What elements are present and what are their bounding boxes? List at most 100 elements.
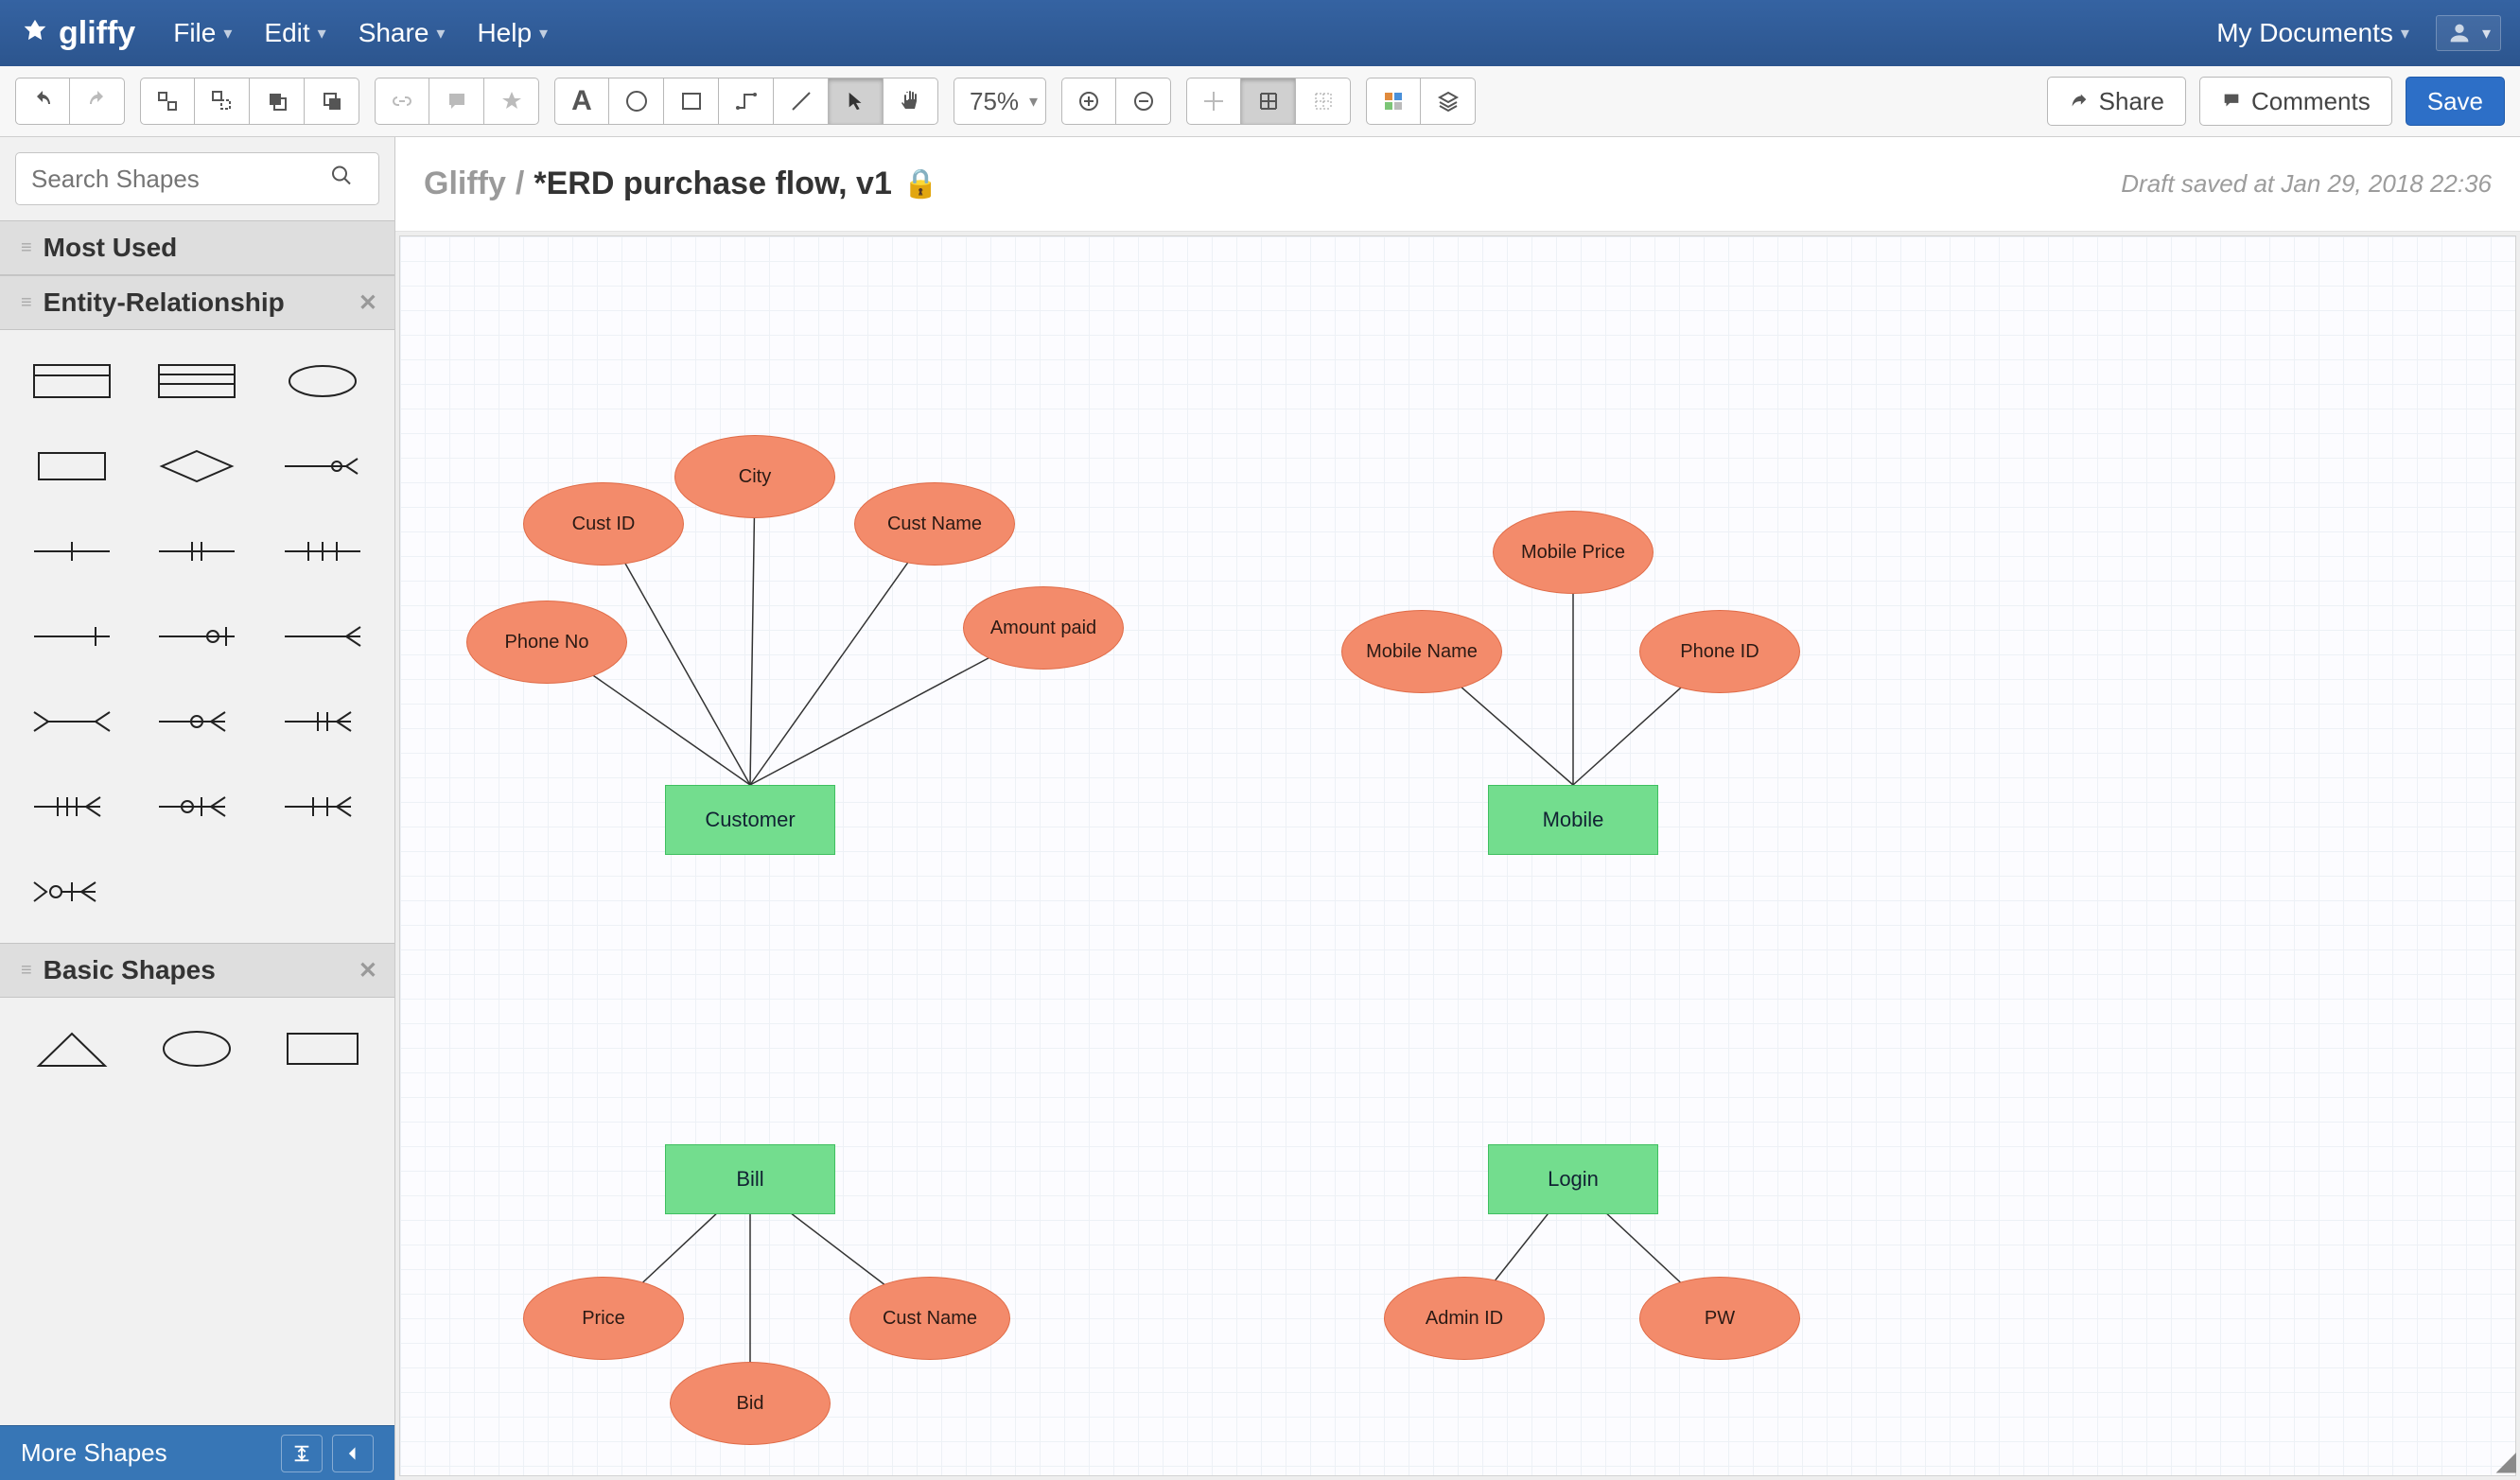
section-basic-shapes[interactable]: ≡ Basic Shapes ✕ <box>0 943 394 998</box>
shape-rect-basic[interactable] <box>270 1020 376 1077</box>
collapse-sidebar-button[interactable] <box>332 1435 374 1472</box>
attr-phone-no[interactable]: Phone No <box>466 601 627 684</box>
comments-icon <box>2221 91 2242 112</box>
attr-city[interactable]: City <box>674 435 835 518</box>
shape-rel-11[interactable] <box>144 778 250 835</box>
chevron-down-icon: ▾ <box>2482 24 2491 44</box>
guides-button[interactable] <box>1296 78 1351 125</box>
shape-rel-13[interactable] <box>19 863 125 920</box>
zoom-out-button[interactable] <box>1116 78 1171 125</box>
attr-mobile-price[interactable]: Mobile Price <box>1493 511 1654 594</box>
shape-entity[interactable] <box>19 353 125 409</box>
shape-rel-12[interactable] <box>270 778 376 835</box>
menu-file[interactable]: File▾ <box>173 18 232 48</box>
breadcrumb[interactable]: Gliffy <box>424 165 506 202</box>
shape-rel-7[interactable] <box>19 693 125 750</box>
logo-icon <box>19 17 51 49</box>
group-button[interactable] <box>140 78 195 125</box>
menu-share[interactable]: Share▾ <box>359 18 446 48</box>
attr-cust-id[interactable]: Cust ID <box>523 482 684 566</box>
attr-bid[interactable]: Bid <box>670 1362 831 1445</box>
shape-rel-4[interactable] <box>19 608 125 665</box>
chevron-down-icon: ▾ <box>223 24 232 44</box>
drag-handle-icon: ≡ <box>21 237 32 259</box>
snap-object-button[interactable] <box>1186 78 1241 125</box>
close-icon[interactable]: ✕ <box>359 957 377 984</box>
layers-button[interactable] <box>1421 78 1476 125</box>
pointer-tool-button[interactable] <box>829 78 884 125</box>
attr-cust-name[interactable]: Cust Name <box>854 482 1015 566</box>
menu-help[interactable]: Help▾ <box>477 18 548 48</box>
bring-front-button[interactable] <box>250 78 305 125</box>
sidebar-footer: More Shapes <box>0 1425 394 1480</box>
er-shape-grid <box>0 330 394 943</box>
link-button[interactable] <box>375 78 429 125</box>
attr-admin-id[interactable]: Admin ID <box>1384 1277 1545 1360</box>
ellipse-tool-button[interactable] <box>609 78 664 125</box>
shape-entity-rows[interactable] <box>144 353 250 409</box>
shape-diamond[interactable] <box>144 438 250 495</box>
shape-ellipse-basic[interactable] <box>144 1020 250 1077</box>
entity-login[interactable]: Login <box>1488 1144 1658 1214</box>
diagram-canvas[interactable]: Phone No Cust ID City Cust Name Amount p… <box>399 235 2516 1476</box>
shape-rel-10[interactable] <box>19 778 125 835</box>
attr-amount-paid[interactable]: Amount paid <box>963 586 1124 670</box>
shape-ellipse[interactable] <box>270 353 376 409</box>
zoom-select[interactable]: 75% <box>954 78 1046 125</box>
popup-button[interactable] <box>484 78 539 125</box>
menu-edit[interactable]: Edit▾ <box>264 18 325 48</box>
search-shapes-input[interactable] <box>15 152 379 205</box>
entity-customer[interactable]: Customer <box>665 785 835 855</box>
attr-mobile-name[interactable]: Mobile Name <box>1341 610 1502 693</box>
chevron-down-icon: ▾ <box>436 24 445 44</box>
redo-button[interactable] <box>70 78 125 125</box>
attr-pw[interactable]: PW <box>1639 1277 1800 1360</box>
section-most-used[interactable]: ≡ Most Used <box>0 220 394 275</box>
shape-rel-3[interactable] <box>270 523 376 580</box>
entity-mobile[interactable]: Mobile <box>1488 785 1658 855</box>
shape-rel-8[interactable] <box>144 693 250 750</box>
comments-button[interactable]: Comments <box>2199 77 2392 126</box>
close-icon[interactable]: ✕ <box>359 289 377 317</box>
menu-my-documents[interactable]: My Documents▾ <box>2216 18 2409 48</box>
shape-rel-6[interactable] <box>270 608 376 665</box>
user-menu[interactable]: ▾ <box>2436 15 2501 51</box>
entity-bill[interactable]: Bill <box>665 1144 835 1214</box>
menubar: gliffy File▾ Edit▾ Share▾ Help▾ My Docum… <box>0 0 2520 66</box>
toolbar: A 75% Share <box>0 66 2520 137</box>
shape-rel-1[interactable] <box>19 523 125 580</box>
hand-tool-button[interactable] <box>884 78 938 125</box>
themes-button[interactable] <box>1366 78 1421 125</box>
comment-button[interactable] <box>429 78 484 125</box>
attr-price[interactable]: Price <box>523 1277 684 1360</box>
ungroup-button[interactable] <box>195 78 250 125</box>
line-tool-button[interactable] <box>774 78 829 125</box>
connector-tool-button[interactable] <box>719 78 774 125</box>
rect-tool-button[interactable] <box>664 78 719 125</box>
shape-line-o-crow[interactable] <box>270 438 376 495</box>
shape-rel-5[interactable] <box>144 608 250 665</box>
zoom-in-button[interactable] <box>1061 78 1116 125</box>
share-button[interactable]: Share <box>2047 77 2186 126</box>
undo-button[interactable] <box>15 78 70 125</box>
section-entity-relationship[interactable]: ≡ Entity-Relationship ✕ <box>0 275 394 330</box>
text-tool-button[interactable]: A <box>554 78 609 125</box>
document-title[interactable]: *ERD purchase flow, v1 <box>534 165 892 202</box>
shape-rel-2[interactable] <box>144 523 250 580</box>
shape-rect[interactable] <box>19 438 125 495</box>
more-shapes-button[interactable]: More Shapes <box>21 1438 167 1468</box>
shape-rel-9[interactable] <box>270 693 376 750</box>
snap-grid-button[interactable] <box>1241 78 1296 125</box>
drag-handle-icon: ≡ <box>21 960 32 982</box>
draft-status: Draft saved at Jan 29, 2018 22:36 <box>2121 169 2492 199</box>
app-logo: gliffy <box>19 15 135 52</box>
chevron-down-icon: ▾ <box>2401 24 2409 44</box>
search-icon <box>330 165 353 194</box>
attr-phone-id[interactable]: Phone ID <box>1639 610 1800 693</box>
save-button[interactable]: Save <box>2406 77 2505 126</box>
send-back-button[interactable] <box>305 78 359 125</box>
attr-cust-name-2[interactable]: Cust Name <box>849 1277 1010 1360</box>
shape-triangle[interactable] <box>19 1020 125 1077</box>
basic-shape-grid <box>0 998 394 1100</box>
fit-width-button[interactable] <box>281 1435 323 1472</box>
